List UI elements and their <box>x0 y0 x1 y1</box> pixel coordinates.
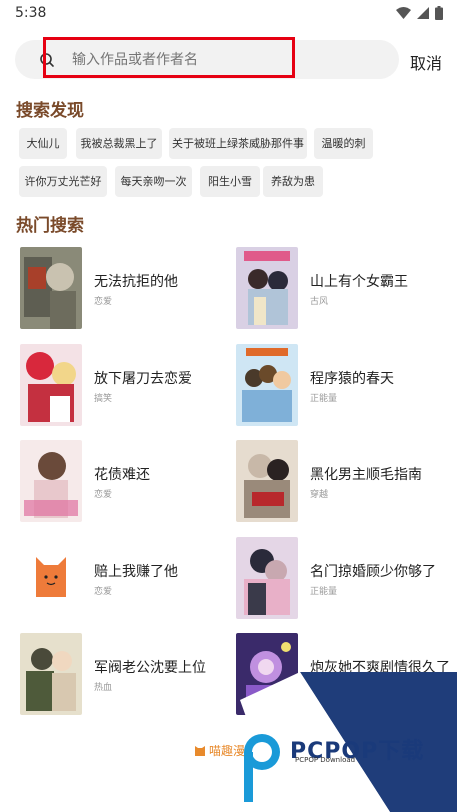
hot-item[interactable]: 放下屠刀去恋爱 搞笑 <box>20 344 230 426</box>
comic-cover <box>20 633 82 715</box>
hot-item[interactable]: 赔上我赚了他 恋爱 <box>20 537 230 619</box>
discover-tag[interactable]: 每天亲吻一次 <box>115 166 192 197</box>
hot-item-genre: 恋爱 <box>94 297 113 307</box>
hot-item-title: 山上有个女霸王 <box>310 274 408 290</box>
hot-item[interactable]: 名门掠婚顾少你够了 正能量 <box>236 537 446 619</box>
hot-item[interactable]: 军阀老公沈要上位 热血 <box>20 633 230 715</box>
hot-title: 热门搜索 <box>16 216 84 236</box>
comic-cover <box>20 537 82 619</box>
comic-cover <box>20 344 82 426</box>
discover-tag[interactable]: 大仙儿 <box>19 128 67 159</box>
hot-item[interactable]: 花债难还 恋爱 <box>20 440 230 522</box>
discover-tag[interactable]: 温暖的刺 <box>314 128 373 159</box>
status-icons <box>396 6 443 20</box>
discover-title: 搜索发现 <box>16 101 84 121</box>
comic-cover <box>20 440 82 522</box>
cat-logo-icon <box>20 537 82 619</box>
hot-item-genre: 搞笑 <box>94 394 113 404</box>
wifi-icon <box>396 7 411 19</box>
hot-item[interactable]: 程序猿的春天 正能量 <box>236 344 446 426</box>
hot-item-title: 放下屠刀去恋爱 <box>94 371 192 387</box>
discover-tag[interactable]: 养敌为患 <box>263 166 323 197</box>
hot-item-title: 黑化男主顺毛指南 <box>310 467 422 483</box>
comic-cover <box>236 247 298 329</box>
hot-item-title: 名门掠婚顾少你够了 <box>310 564 436 580</box>
comic-cover <box>236 440 298 522</box>
discover-tag[interactable]: 许你万丈光芒好 <box>19 166 107 197</box>
cancel-button[interactable]: 取消 <box>410 50 442 74</box>
hot-item-title: 无法抗拒的他 <box>94 274 178 290</box>
hot-item-title: 程序猿的春天 <box>310 371 394 387</box>
status-time: 5:38 <box>15 5 47 21</box>
discover-tag[interactable]: 阳生小雪 <box>200 166 260 197</box>
hot-item[interactable]: 无法抗拒的他 恋爱 <box>20 247 230 329</box>
hot-item-genre: 恋爱 <box>94 490 113 500</box>
hot-item-title: 赔上我赚了他 <box>94 564 178 580</box>
search-highlight-box <box>43 37 295 78</box>
hot-item-title: 军阀老公沈要上位 <box>94 660 206 676</box>
watermark-subtext: PCPOP Download <box>295 756 356 764</box>
comic-cover <box>20 247 82 329</box>
hot-item[interactable]: 黑化男主顺毛指南 穿越 <box>236 440 446 522</box>
hot-item-genre: 热血 <box>94 683 113 693</box>
hot-item-genre: 恋爱 <box>94 587 113 597</box>
status-bar: 5:38 <box>0 0 457 26</box>
hot-item-genre: 正能量 <box>310 587 338 597</box>
hot-item-genre: 穿越 <box>310 490 329 500</box>
search-row: 取消 <box>0 37 457 80</box>
discover-tag[interactable]: 我被总裁黑上了 <box>76 128 162 159</box>
brand-logo-icon <box>195 745 205 756</box>
comic-cover <box>236 537 298 619</box>
discover-tag[interactable]: 关于被班上绿茶威胁那件事 <box>169 128 307 159</box>
signal-icon <box>417 7 429 19</box>
hot-item-title: 花债难还 <box>94 467 150 483</box>
hot-item-genre: 正能量 <box>310 394 338 404</box>
comic-cover <box>236 344 298 426</box>
battery-icon <box>435 6 443 20</box>
hot-item[interactable]: 山上有个女霸王 古风 <box>236 247 446 329</box>
hot-item-genre: 古风 <box>310 297 329 307</box>
